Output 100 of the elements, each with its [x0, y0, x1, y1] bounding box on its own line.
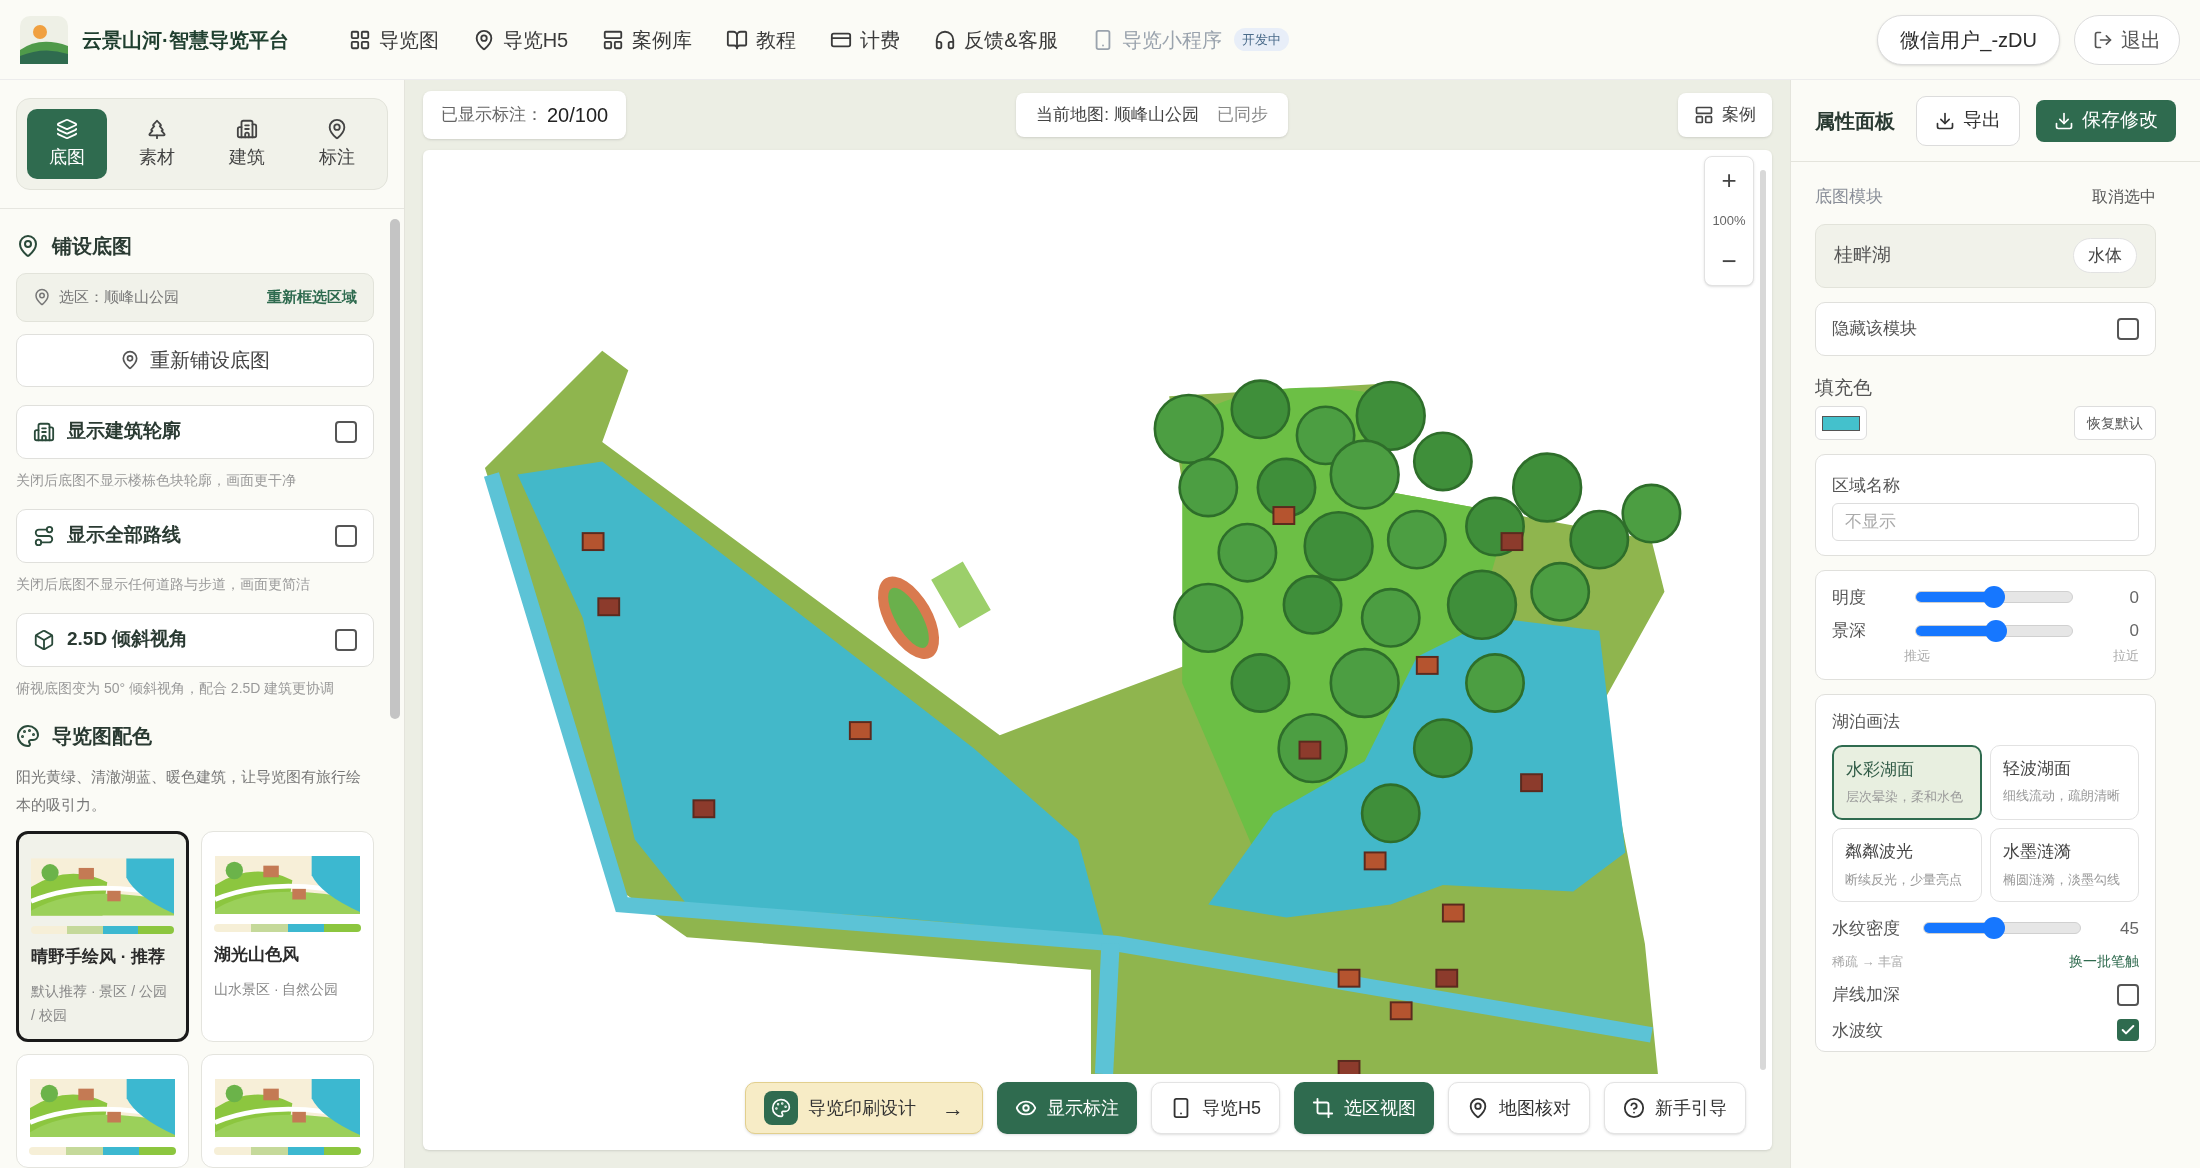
sidebar-tab[interactable]: 建筑	[207, 109, 287, 179]
slider-reading: 0	[2129, 620, 2139, 642]
map-pin-icon	[326, 117, 348, 140]
lake-style-description: 细线流动，疏朗清晰	[2002, 787, 2121, 805]
help-icon	[1623, 1097, 1645, 1119]
theme-card[interactable]: 湖光山色风 山水景区 · 自然公园	[201, 830, 374, 1042]
slider-thumb[interactable]	[1984, 619, 2007, 642]
theme-card[interactable]	[201, 1054, 374, 1168]
relayout-button[interactable]: 重新铺设底图	[16, 333, 374, 387]
toggle-hint: 关闭后底图不显示任何道路与步道，画面更简洁	[16, 574, 311, 594]
toggle-card[interactable]: 显示建筑轮廓	[16, 404, 374, 459]
lake-style-description: 层次晕染，柔和水色	[1846, 788, 1964, 806]
density-hint: 稀疏 → 丰富	[1832, 952, 1905, 971]
cases-button[interactable]: 案例	[1678, 93, 1772, 137]
grid-icon	[348, 28, 371, 51]
toolbar-button[interactable]: 显示标注	[997, 1082, 1137, 1134]
save-button[interactable]: 保存修改	[2036, 99, 2176, 142]
palette-icon	[764, 1091, 798, 1125]
slider-min-label: 推远	[1904, 646, 1930, 665]
slider-thumb[interactable]	[1983, 917, 2006, 940]
slider-reading: 45	[2120, 917, 2139, 940]
nav-link[interactable]: 导览H5	[472, 24, 569, 55]
headset-icon	[934, 28, 957, 51]
module-label: 底图模块	[1815, 186, 1883, 208]
lake-style-option[interactable]: 水彩湖面 层次晕染，柔和水色	[1832, 744, 1982, 820]
module-name: 桂畔湖	[1834, 243, 1891, 268]
slider-max-label: 拉近	[2113, 646, 2139, 665]
marker-count-label: 已显示标注：	[441, 104, 543, 127]
reset-button[interactable]: 恢复默认	[2074, 406, 2156, 440]
nav-link[interactable]: 反馈&客服	[934, 24, 1058, 55]
toggle-card[interactable]: 2.5D 倾斜视角	[16, 612, 374, 667]
logout-button[interactable]: 退出	[2074, 14, 2180, 65]
nav-link[interactable]: 导览图	[348, 24, 439, 55]
theme-description: 默认推荐 · 景区 / 公园 / 校园	[31, 982, 169, 1025]
download-icon	[2054, 110, 2074, 131]
theme-card[interactable]	[16, 1054, 189, 1168]
section-title: 铺设底图	[52, 234, 132, 259]
layers-icon	[56, 117, 78, 140]
current-map: 当前地图: 顺峰山公园	[1036, 104, 1199, 127]
layout-icon	[1694, 105, 1714, 125]
marker-count: 20/100	[547, 103, 609, 128]
arrow-glyph: →	[942, 1094, 964, 1123]
dev-badge: 开发中	[1233, 27, 1289, 52]
color-swatch-button[interactable]	[1815, 406, 1867, 440]
selection-label: 选区：顺峰山公园	[59, 287, 180, 308]
toolbar-button[interactable]: 导览H5	[1151, 1082, 1280, 1134]
cube-icon	[33, 628, 55, 651]
lake-style-name: 粼粼波光	[1845, 841, 1914, 863]
hide-module-label: 隐藏该模块	[1832, 317, 1917, 340]
toolbar-button[interactable]: 选区视图	[1294, 1082, 1434, 1134]
theme-name: 湖光山色风	[214, 943, 300, 966]
reselect-link[interactable]: 重新框选区域	[267, 286, 357, 309]
theme-description: 山水景区 · 自然公园	[214, 980, 340, 999]
check-label: 水波纹	[1832, 1019, 1883, 1042]
toggle-card[interactable]: 显示全部路线	[16, 508, 374, 563]
lake-style-option[interactable]: 粼粼波光 断续反光，少量亮点	[1832, 828, 1982, 902]
layout-icon	[602, 28, 625, 51]
deselect-link[interactable]: 取消选中	[2092, 184, 2156, 209]
lake-style-option[interactable]: 轻波湖面 细线流动，疏朗清晰	[1989, 744, 2139, 820]
toolbar-button[interactable]: 导览印刷设计 →	[745, 1082, 983, 1134]
checkbox[interactable]	[2117, 1019, 2139, 1042]
map-pin-icon	[120, 350, 140, 371]
toggle-label: 显示全部路线	[67, 523, 182, 548]
nav-link[interactable]: 案例库	[602, 24, 693, 55]
nav-link[interactable]: 计费	[830, 24, 901, 55]
sidebar-tab[interactable]: 底图	[27, 109, 107, 179]
slider-label: 明度	[1832, 586, 1867, 609]
user-button[interactable]: 微信用户_-zDU	[1877, 14, 2060, 65]
sidebar-tab[interactable]: 素材	[117, 109, 197, 179]
slider-thumb[interactable]	[1983, 586, 2005, 609]
region-name-label: 区域名称	[1832, 475, 1901, 497]
lake-style-title: 湖泊画法	[1832, 711, 1901, 733]
checkbox[interactable]	[335, 420, 357, 443]
map-pin-icon	[16, 234, 40, 258]
module-type-tag: 水体	[2073, 237, 2137, 274]
theme-card[interactable]: 晴野手绘风 · 推荐 默认推荐 · 景区 / 公园 / 校园	[16, 830, 189, 1042]
toolbar-button[interactable]: 地图核对	[1448, 1082, 1590, 1134]
export-button[interactable]: 导出	[1916, 95, 2020, 146]
region-name-field[interactable]: 不显示	[1832, 502, 2139, 541]
palette-icon	[16, 723, 40, 748]
checkbox[interactable]	[2117, 317, 2139, 340]
zoom-out-button[interactable]: −	[1705, 238, 1753, 285]
reshuffle-link[interactable]: 换一批笔触	[2069, 951, 2139, 972]
zoom-in-button[interactable]: +	[1705, 157, 1753, 203]
route-icon	[33, 524, 55, 547]
theme-name: 晴野手绘风 · 推荐	[31, 945, 167, 968]
map-pin-icon	[1467, 1097, 1489, 1119]
lake-style-option[interactable]: 水墨涟漪 椭圆涟漪，淡墨勾线	[1989, 828, 2139, 902]
toolbar-button[interactable]: 新手引导	[1604, 1082, 1746, 1134]
checkbox[interactable]	[335, 628, 357, 651]
sidebar-tab[interactable]: 标注	[297, 109, 377, 179]
map-pin-icon	[33, 288, 51, 307]
toggle-hint: 关闭后底图不显示楼栋色块轮廓，画面更干净	[16, 470, 297, 490]
checkbox[interactable]	[2117, 983, 2139, 1006]
hide-module-row[interactable]: 隐藏该模块	[1815, 301, 2156, 356]
lake-style-name: 水墨涟漪	[2002, 841, 2072, 863]
nav-link[interactable]: 教程	[726, 24, 797, 55]
palette-description: 阳光黄绿、清澈湖蓝、暖色建筑，让导览图有旅行绘本的吸引力。	[16, 766, 362, 815]
toggle-label: 2.5D 倾斜视角	[67, 627, 190, 652]
checkbox[interactable]	[335, 524, 357, 547]
